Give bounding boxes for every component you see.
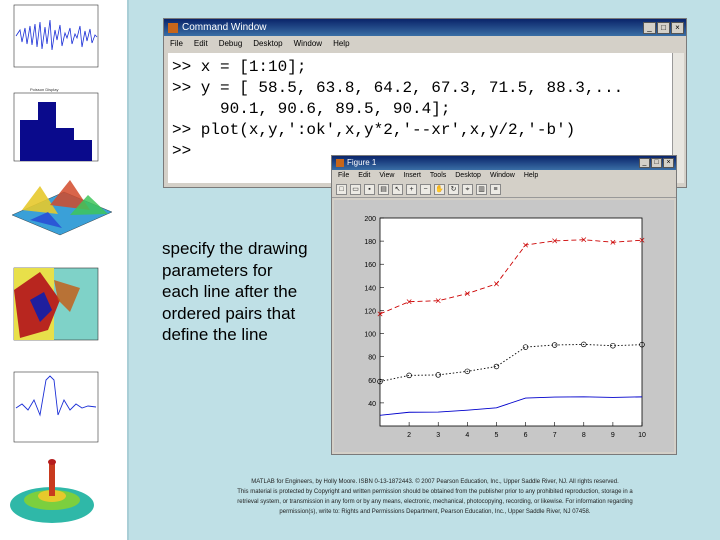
- caption-text: specify the drawing parameters for each …: [162, 239, 308, 344]
- command-window-menubar: File Edit Debug Desktop Window Help: [164, 36, 686, 51]
- line-plot[interactable]: 40 60 80 100 120 140 160 180 200 2 3 4 5 6 7 8 9 10: [334, 200, 676, 452]
- pointer-icon[interactable]: ↖: [392, 183, 403, 195]
- x-tick-label: 6: [524, 432, 528, 439]
- thumbnail-strip: Poisson Display: [0, 0, 127, 540]
- plot-axes-box: [379, 217, 643, 427]
- x-tick-label: 3: [436, 432, 440, 439]
- x-tick-label: 2: [407, 432, 411, 439]
- thumb-histogram: [13, 92, 99, 162]
- colorbar-icon[interactable]: ▥: [476, 183, 487, 195]
- footer-line: This material is protected by Copyright …: [237, 489, 633, 495]
- menu-window[interactable]: Window: [294, 36, 322, 51]
- copyright-footer: MATLAB for Engineers, by Holly Moore. IS…: [180, 477, 690, 517]
- menu-desktop[interactable]: Desktop: [253, 36, 282, 51]
- close-icon[interactable]: ×: [671, 21, 684, 34]
- figure-window-titlebar[interactable]: Figure 1 _ □ ×: [332, 156, 676, 170]
- new-icon[interactable]: □: [336, 183, 347, 195]
- x-tick-label: 10: [638, 432, 646, 439]
- menu-edit[interactable]: Edit: [194, 36, 208, 51]
- matlab-logo-icon: [336, 159, 344, 167]
- zoom-out-icon[interactable]: −: [420, 183, 431, 195]
- thumb-surface: [11, 180, 113, 236]
- thumb-peak: [10, 459, 94, 523]
- y-tick-label: 80: [368, 355, 376, 362]
- y-tick-label: 180: [364, 239, 376, 246]
- command-window-title: Command Window: [182, 22, 267, 33]
- pan-icon[interactable]: ✋: [434, 183, 445, 195]
- command-line: >> y = [ 58.5, 63.8, 64.2, 67.3, 71.5, 8…: [172, 79, 624, 97]
- legend-icon[interactable]: ≡: [490, 183, 501, 195]
- y-tick-label: 120: [364, 308, 376, 315]
- footer-line: retrieval system, or transmission in any…: [237, 499, 633, 505]
- command-line: >> plot(x,y,':ok',x,y*2,'--xr',x,y/2,'-b…: [172, 121, 576, 139]
- open-icon[interactable]: ▭: [350, 183, 361, 195]
- rotate-icon[interactable]: ↻: [448, 183, 459, 195]
- x-tick-label: 4: [465, 432, 469, 439]
- menu-file[interactable]: File: [170, 36, 183, 51]
- x-tick-label: 5: [494, 432, 498, 439]
- fig-menu-window[interactable]: Window: [490, 170, 515, 181]
- y-tick-label: 100: [364, 332, 376, 339]
- command-line: 90.1, 90.6, 89.5, 90.4];: [172, 100, 451, 118]
- datacursor-icon[interactable]: ⌖: [462, 183, 473, 195]
- fig-menu-desktop[interactable]: Desktop: [455, 170, 481, 181]
- x-tick-label: 9: [611, 432, 615, 439]
- footer-line: MATLAB for Engineers, by Holly Moore. IS…: [251, 479, 619, 485]
- fig-menu-file[interactable]: File: [338, 170, 349, 181]
- menu-help[interactable]: Help: [333, 36, 349, 51]
- print-icon[interactable]: ▤: [378, 183, 389, 195]
- command-line: >> x = [1:10];: [172, 58, 307, 76]
- minimize-icon[interactable]: _: [639, 158, 650, 168]
- close-icon[interactable]: ×: [663, 158, 674, 168]
- save-icon[interactable]: ▪: [364, 183, 375, 195]
- y-tick-label: 160: [364, 262, 376, 269]
- divider: [127, 0, 129, 540]
- x-tick-label: 8: [582, 432, 586, 439]
- y-tick-label: 140: [364, 285, 376, 292]
- menu-debug[interactable]: Debug: [219, 36, 243, 51]
- figure-window[interactable]: Figure 1 _ □ × File Edit View Insert Too…: [331, 155, 677, 455]
- fig-menu-view[interactable]: View: [379, 170, 394, 181]
- thumb-sinc: [13, 371, 99, 443]
- command-window-titlebar[interactable]: Command Window _ □ ×: [164, 19, 686, 36]
- footer-line: permission(s), write to: Rights and Perm…: [279, 509, 591, 515]
- figure-canvas: 40 60 80 100 120 140 160 180 200 2 3 4 5 6 7 8 9 10: [334, 200, 674, 452]
- y-tick-label: 200: [364, 216, 376, 223]
- y-tick-label: 60: [368, 378, 376, 385]
- zoom-in-icon[interactable]: +: [406, 183, 417, 195]
- fig-menu-help[interactable]: Help: [524, 170, 538, 181]
- y-tick-label: 40: [368, 401, 376, 408]
- thumb-title-histogram: Poisson Display: [30, 87, 58, 92]
- maximize-icon[interactable]: □: [657, 21, 670, 34]
- thumbnail-graphics: Poisson Display: [10, 4, 113, 523]
- fig-menu-tools[interactable]: Tools: [430, 170, 446, 181]
- thumb-signal: [13, 4, 99, 68]
- thumb-fractal: [13, 267, 99, 341]
- maximize-icon[interactable]: □: [651, 158, 662, 168]
- fig-menu-edit[interactable]: Edit: [358, 170, 370, 181]
- figure-window-title: Figure 1: [347, 158, 377, 167]
- fig-menu-insert[interactable]: Insert: [403, 170, 421, 181]
- figure-window-menubar: File Edit View Insert Tools Desktop Wind…: [332, 170, 676, 181]
- x-tick-label: 7: [553, 432, 557, 439]
- minimize-icon[interactable]: _: [643, 21, 656, 34]
- matlab-logo-icon: [168, 22, 178, 33]
- figure-toolbar: □ ▭ ▪ ▤ ↖ + − ✋ ↻ ⌖ ▥ ≡: [332, 181, 676, 198]
